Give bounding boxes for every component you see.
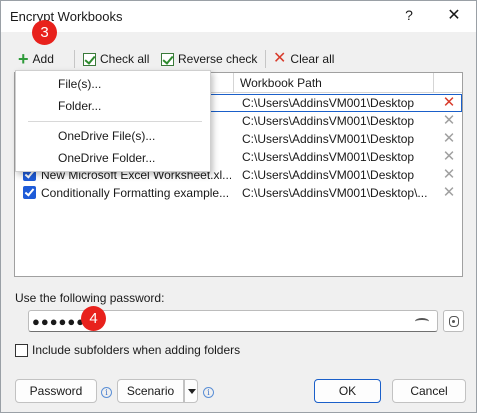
reverse-check-button[interactable]: Reverse check <box>161 50 257 68</box>
workbook-name: Conditionally Formatting example... <box>41 186 230 200</box>
add-label: Add <box>32 52 54 66</box>
add-button[interactable]: + Add <box>18 50 54 68</box>
add-dropdown-menu: File(s)... Folder... OneDrive File(s)...… <box>15 70 211 172</box>
include-subfolders-checkbox[interactable] <box>15 343 28 357</box>
password-label: Use the following password: <box>15 291 165 305</box>
include-subfolders-label: Include subfolders when adding folders <box>32 343 241 357</box>
workbook-path: C:\Users\AddinsVM001\Desktop <box>242 114 415 128</box>
column-header-path[interactable]: Workbook Path <box>234 73 434 93</box>
include-subfolders-option[interactable]: Include subfolders when adding folders <box>15 343 240 357</box>
menu-item-onedrive-files[interactable]: OneDrive File(s)... <box>58 129 155 147</box>
close-button[interactable]: ✕ <box>442 5 466 27</box>
window-title: Encrypt Workbooks <box>10 9 123 24</box>
ok-button[interactable]: OK <box>314 379 381 403</box>
password-info-icon[interactable]: i <box>101 387 112 398</box>
remove-row-icon[interactable]: ✕ <box>441 167 457 183</box>
clear-all-button[interactable]: ✕ Clear all <box>273 50 334 68</box>
scenario-info-icon[interactable]: i <box>203 387 214 398</box>
menu-item-onedrive-folder[interactable]: OneDrive Folder... <box>58 151 155 169</box>
reverse-check-icon <box>161 52 174 66</box>
clear-all-icon: ✕ <box>273 50 287 67</box>
workbook-path: C:\Users\AddinsVM001\Desktop <box>242 168 415 182</box>
chevron-down-icon <box>188 389 196 394</box>
show-password-icon[interactable] <box>415 318 429 325</box>
toolbar-divider <box>74 50 75 68</box>
reverse-check-label: Reverse check <box>178 52 258 66</box>
workbook-path: C:\Users\AddinsVM001\Desktop <box>242 150 415 164</box>
menu-item-folder[interactable]: Folder... <box>58 99 101 117</box>
check-all-button[interactable]: Check all <box>83 50 149 68</box>
remove-row-icon[interactable]: ✕ <box>441 185 457 201</box>
workbook-path: C:\Users\AddinsVM001\Desktop <box>242 132 415 146</box>
toolbar-divider <box>265 50 266 68</box>
remove-row-icon[interactable]: ✕ <box>441 113 457 129</box>
password-value: ●●●●●● <box>32 314 86 329</box>
scenario-dropdown-button[interactable] <box>184 379 198 403</box>
password-lock-button[interactable] <box>443 310 464 332</box>
lock-icon <box>449 316 459 327</box>
encrypt-workbooks-dialog: Encrypt Workbooks ? ✕ + Add Check all Re… <box>0 0 477 413</box>
remove-row-icon[interactable]: ✕ <box>441 95 457 111</box>
remove-row-icon[interactable]: ✕ <box>441 131 457 147</box>
row-checkbox[interactable] <box>23 186 36 199</box>
workbook-path: C:\Users\AddinsVM001\Desktop\... <box>242 186 428 200</box>
clear-all-label: Clear all <box>290 52 335 66</box>
check-all-label: Check all <box>100 52 150 66</box>
help-button[interactable]: ? <box>397 7 421 27</box>
plus-icon: + <box>18 49 29 69</box>
menu-item-files[interactable]: File(s)... <box>58 77 101 95</box>
step-callout-4: 4 <box>81 306 106 331</box>
step-callout-3: 3 <box>32 20 57 45</box>
cancel-button[interactable]: Cancel <box>392 379 466 403</box>
workbook-path: C:\Users\AddinsVM001\Desktop <box>242 96 415 110</box>
password-button[interactable]: Password <box>15 379 97 403</box>
scenario-button[interactable]: Scenario <box>117 379 184 403</box>
table-row[interactable]: Conditionally Formatting example... C:\U… <box>15 184 462 202</box>
title-bar: Encrypt Workbooks ? ✕ <box>1 1 476 32</box>
menu-divider <box>28 121 202 122</box>
toolbar: + Add Check all Reverse check ✕ Clear al… <box>14 47 463 71</box>
check-all-icon <box>83 52 96 66</box>
remove-row-icon[interactable]: ✕ <box>441 149 457 165</box>
